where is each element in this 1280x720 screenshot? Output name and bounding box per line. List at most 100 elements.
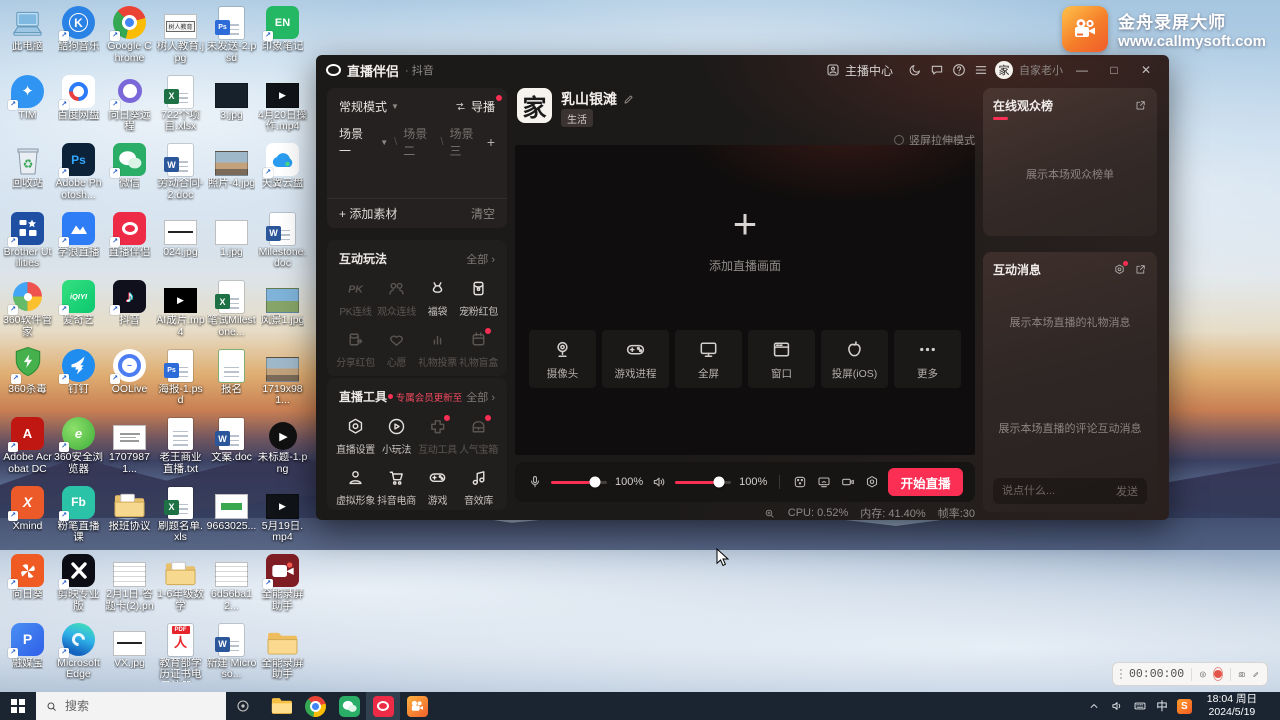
desktop-icon[interactable]: 此电脑 <box>3 4 53 73</box>
desktop-icon[interactable]: ✦↗ TIM <box>3 73 53 142</box>
pause-button[interactable] <box>1199 667 1207 682</box>
taskbar-wechat[interactable] <box>332 692 366 720</box>
scene-tab-3[interactable]: 场景三 <box>450 125 481 159</box>
popout-icon[interactable] <box>1134 99 1147 112</box>
interact-feature[interactable]: 观众连线 <box>376 278 417 318</box>
message-input[interactable] <box>1002 485 1116 497</box>
desktop-icon[interactable]: W Milestone.doc <box>258 210 308 279</box>
taskbar-chrome[interactable] <box>298 692 332 720</box>
start-live-button[interactable]: 开始直播 <box>888 468 963 496</box>
menu-icon[interactable] <box>973 62 989 78</box>
source-button[interactable]: 更多 <box>894 330 961 388</box>
desktop-icon[interactable]: K↗ 酷狗音乐 <box>54 4 104 73</box>
desktop-icon[interactable]: P↗ 融媒宝 <box>3 621 53 690</box>
desktop-icon[interactable]: PDF人 教育部学历证书电子注册... <box>156 621 206 690</box>
desktop-icon[interactable]: ↗ 百度网盘 <box>54 73 104 142</box>
task-view-button[interactable] <box>226 692 260 720</box>
desktop-icon[interactable]: ↗ 360软件管家 <box>3 278 53 347</box>
interact-feature[interactable]: 心愿 <box>376 329 417 369</box>
desktop-icon[interactable]: Ps 未发送-2.psd <box>207 4 257 73</box>
desktop-icon[interactable]: 老王商业直播.txt <box>156 415 206 484</box>
tool-feature[interactable]: 虚拟形象 <box>335 467 376 507</box>
close-button[interactable]: ✕ <box>1133 63 1159 77</box>
desktop-icon[interactable]: ↗ Google Chrome <box>105 4 155 73</box>
desktop-icon[interactable]: ▶ 4月20日操作.mp4 <box>258 73 308 142</box>
desktop-icon[interactable]: ▶ 5月19日.mp4 <box>258 484 308 553</box>
tool-feature[interactable]: 抖音电商 <box>376 467 417 507</box>
desktop-icon[interactable]: ↗ 360杀毒 <box>3 347 53 416</box>
source-button[interactable]: 游戏进程 <box>602 330 669 388</box>
interact-all-link[interactable]: 全部 › <box>466 251 495 267</box>
desktop-icon[interactable]: VX.jpg <box>105 621 155 690</box>
touch-keyboard-icon[interactable] <box>1133 699 1147 713</box>
director-button[interactable]: 导播 <box>454 98 495 115</box>
annotate-pencil-icon[interactable] <box>1252 667 1260 682</box>
desktop-icon[interactable]: 3.jpg <box>207 73 257 142</box>
desktop-icon[interactable]: 2月1日-答题卡(2).png <box>105 552 155 621</box>
speaker-volume-slider[interactable] <box>675 481 731 484</box>
desktop-icon[interactable]: W 文案.doc <box>207 415 257 484</box>
edit-icon[interactable] <box>622 93 635 106</box>
sogou-icon[interactable]: S <box>1177 699 1192 714</box>
minimize-button[interactable]: — <box>1069 63 1095 77</box>
screenshot-camera-icon[interactable] <box>1238 667 1246 682</box>
add-scene-button[interactable]: + <box>487 134 495 150</box>
taskbar-file-explorer[interactable] <box>264 692 298 720</box>
desktop-icon[interactable]: ↗ 直播伴侣 <box>105 210 155 279</box>
mode-select[interactable]: 常规模式 <box>339 98 387 115</box>
desktop-icon[interactable]: ↗ 向日葵远程 <box>105 73 155 142</box>
desktop-icon[interactable]: 9663025... <box>207 484 257 553</box>
help-icon[interactable] <box>951 62 967 78</box>
add-source-area[interactable]: + 添加直播画面 <box>515 203 975 274</box>
desktop-icon[interactable]: 照片-4.jpg <box>207 141 257 210</box>
desktop-icon[interactable]: W 劳动合同-2.doc <box>156 141 206 210</box>
desktop-icon[interactable]: ♻ 回收站 <box>3 141 53 210</box>
desktop-icon[interactable]: 024.jpg <box>156 210 206 279</box>
scene-tab-1[interactable]: 场景一 <box>339 125 370 159</box>
clear-button[interactable]: 清空 <box>471 205 495 222</box>
tool-feature[interactable]: 小玩法 <box>376 416 417 456</box>
microphone-icon[interactable] <box>527 474 543 490</box>
dice-icon[interactable] <box>792 474 808 490</box>
desktop-icon[interactable]: A↗ Adobe Acrobat DC <box>3 415 53 484</box>
message-settings-gear-icon[interactable] <box>1113 263 1126 276</box>
interact-feature[interactable]: 分享红包 <box>335 329 376 369</box>
send-button[interactable]: 发送 <box>1116 483 1138 499</box>
desktop-icon[interactable]: 1.jpg <box>207 210 257 279</box>
desktop-icon[interactable]: ♪↗ 抖音 <box>105 278 155 347</box>
search-input[interactable] <box>65 699 185 713</box>
desktop-icon[interactable]: ↗ 学浪直播 <box>54 210 104 279</box>
desktop-icon[interactable]: 全能录屏助手 <box>258 621 308 690</box>
mic-volume-slider[interactable] <box>551 481 607 484</box>
desktop-icon[interactable]: EN↗ 印象笔记 <box>258 4 308 73</box>
desktop-icon[interactable]: W 新建 Microso... <box>207 621 257 690</box>
desktop-icon[interactable]: X 722个项目.xlsx <box>156 73 206 142</box>
tray-chevron-up-icon[interactable] <box>1087 699 1101 713</box>
video-camera-icon[interactable] <box>840 474 856 490</box>
tool-feature[interactable]: 游戏 <box>417 467 458 507</box>
slider-thumb[interactable] <box>589 477 600 488</box>
ime-indicator[interactable]: 中 <box>1156 698 1168 714</box>
desktop-icon[interactable]: Fb↗ 粉笔直播课 <box>54 484 104 553</box>
taskbar-screen-recorder[interactable] <box>400 692 434 720</box>
desktop-icon[interactable]: e↗ 360安全浏览器 <box>54 415 104 484</box>
tool-feature[interactable]: 人气宝箱 <box>458 416 499 456</box>
desktop-icon[interactable]: ▶ AI成片.mp4 <box>156 278 206 347</box>
desktop-icon[interactable]: X 笔试Milestone... <box>207 278 257 347</box>
desktop-icon[interactable]: ↗ 全能录屏助手 <box>258 552 308 621</box>
source-button[interactable]: 全屏 <box>675 330 742 388</box>
desktop-icon[interactable]: 1-6年级数学 <box>156 552 206 621</box>
settings-gear-icon[interactable] <box>864 474 880 490</box>
tool-feature[interactable]: 音效库 <box>458 467 499 507</box>
interact-feature[interactable]: 福袋 <box>417 278 458 318</box>
desktop-icon[interactable]: 树人教育 树人教育.jpg <box>156 4 206 73</box>
desktop-icon[interactable]: Ps 海报-1.psd <box>156 347 206 416</box>
desktop-icon[interactable]: 1719x981... <box>258 347 308 416</box>
desktop-icon[interactable]: ↗ 剪映专业版 <box>54 552 104 621</box>
desktop-icon[interactable]: 6d56ba12... <box>207 552 257 621</box>
desktop-icon[interactable]: ↗ Microsoft Edge <box>54 621 104 690</box>
desktop-icon[interactable]: ↗ Brother Utilities <box>3 210 53 279</box>
maximize-button[interactable]: □ <box>1101 63 1127 77</box>
screen-cast-icon[interactable] <box>816 474 832 490</box>
desktop-icon[interactable]: ↗ OOLive <box>105 347 155 416</box>
